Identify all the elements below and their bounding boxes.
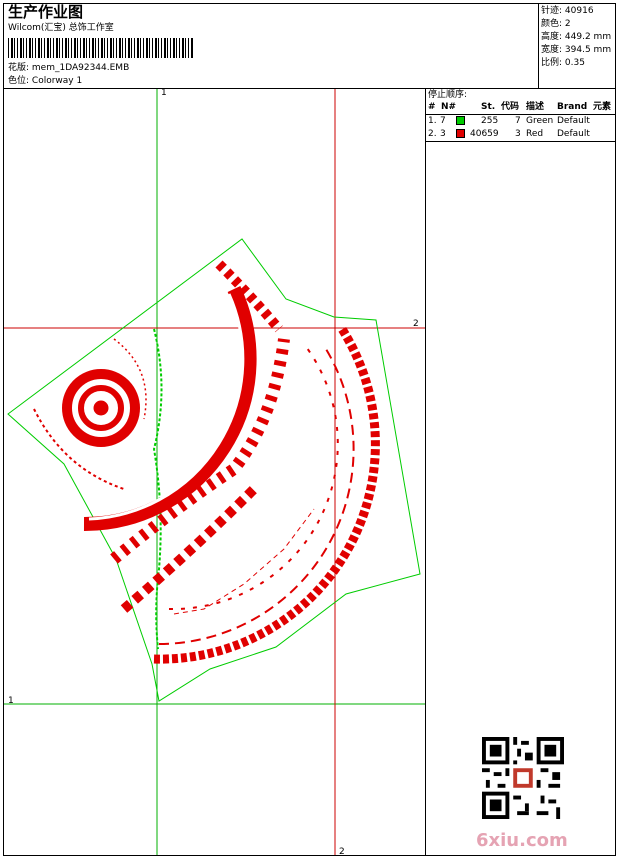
col-code: 代码 bbox=[501, 102, 520, 112]
row-needle: 3 bbox=[440, 129, 446, 139]
colorway: 色位: Colorway 1 bbox=[8, 77, 82, 86]
guide-label-v1: 1 bbox=[161, 88, 167, 98]
qr-code bbox=[482, 737, 564, 819]
stitches-value: 40916 bbox=[564, 6, 594, 16]
row-desc: Green bbox=[526, 116, 554, 126]
row-brand: Default bbox=[557, 116, 590, 126]
sequence-divider bbox=[426, 141, 616, 142]
col-stitches: St. bbox=[481, 102, 496, 112]
width-value: 394.5 mm bbox=[564, 45, 612, 55]
colorway-label: 色位: bbox=[8, 76, 32, 86]
panel-divider bbox=[425, 88, 426, 856]
row-stitches: 255 bbox=[481, 116, 499, 126]
colors-value: 2 bbox=[564, 19, 571, 29]
sequence-title: 停止顺序: bbox=[428, 90, 468, 100]
scale-label: 比例: bbox=[541, 58, 563, 68]
company-name: Wilcom(汇宝) 总饰工作室 bbox=[8, 23, 114, 33]
design-file: 花版: mem_1DA92344.EMB bbox=[8, 64, 129, 73]
colorway-value: Colorway 1 bbox=[31, 76, 83, 86]
red-embroidery bbox=[33, 260, 380, 664]
sequence-header-line bbox=[426, 114, 616, 115]
col-brand: Brand bbox=[557, 102, 588, 112]
row-index: 2. bbox=[428, 129, 437, 139]
barcode bbox=[8, 38, 193, 58]
row-index: 1. bbox=[428, 116, 437, 126]
guide-label-v2: 2 bbox=[339, 847, 345, 857]
page-title: 生产作业图 bbox=[8, 3, 84, 21]
row-desc: Red bbox=[526, 129, 544, 139]
stitches-label: 针迹: bbox=[541, 6, 563, 16]
col-element: 元素 bbox=[593, 102, 612, 112]
row-code: 7 bbox=[515, 116, 521, 126]
guide-label-h1: 1 bbox=[8, 696, 14, 706]
width-label: 宽度: bbox=[541, 45, 563, 55]
guide-label-h2: 2 bbox=[413, 319, 419, 329]
design-label: 花版: bbox=[8, 63, 32, 73]
design-file-value: mem_1DA92344.EMB bbox=[31, 63, 130, 73]
design-canvas bbox=[4, 89, 425, 855]
color-swatch-green bbox=[456, 116, 465, 125]
height-value: 449.2 mm bbox=[564, 32, 612, 42]
col-needle: N# bbox=[441, 102, 457, 112]
green-stitch-run bbox=[152, 328, 163, 650]
row-brand: Default bbox=[557, 129, 590, 139]
row-code: 3 bbox=[515, 129, 521, 139]
watermark-logo: 6xiu.com bbox=[476, 830, 568, 851]
col-index: # bbox=[428, 102, 436, 112]
row-stitches: 40659 bbox=[470, 129, 499, 139]
row-needle: 7 bbox=[440, 116, 446, 126]
color-swatch-red bbox=[456, 129, 465, 138]
height-label: 高度: bbox=[541, 32, 563, 42]
colors-label: 颜色: bbox=[541, 19, 563, 29]
col-desc: 描述 bbox=[526, 102, 545, 112]
scale-value: 0.35 bbox=[564, 58, 585, 68]
stats-divider bbox=[538, 3, 539, 89]
